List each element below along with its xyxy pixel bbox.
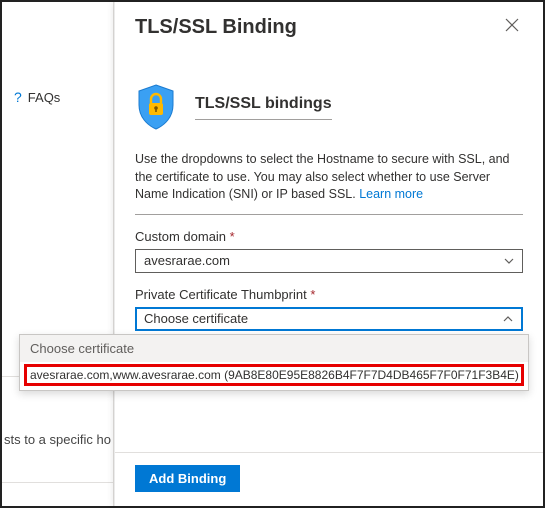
learn-more-link[interactable]: Learn more [359, 187, 423, 201]
background-divider [2, 482, 114, 483]
chevron-up-icon [503, 314, 513, 324]
bindings-header-row: TLS/SSL bindings [135, 83, 523, 131]
faqs-link[interactable]: ? FAQs [2, 81, 113, 113]
chevron-down-icon [504, 256, 514, 266]
certificate-label: Private Certificate Thumbprint * [135, 287, 523, 302]
custom-domain-value: avesrarae.com [144, 253, 230, 268]
dropdown-group-header: Choose certificate [20, 335, 528, 362]
custom-domain-label: Custom domain * [135, 229, 523, 244]
panel-title: TLS/SSL Binding [135, 16, 297, 39]
shield-lock-icon [135, 83, 177, 131]
question-icon: ? [14, 89, 22, 105]
close-icon[interactable] [501, 16, 523, 38]
required-asterisk: * [310, 287, 315, 302]
background-truncated-text: sts to a specific ho [2, 432, 111, 447]
certificate-option[interactable]: avesrarae.com,www.avesrarae.com (9AB8E80… [24, 364, 524, 386]
custom-domain-label-text: Custom domain [135, 229, 226, 244]
panel-header: TLS/SSL Binding [135, 16, 523, 39]
tls-ssl-binding-panel: TLS/SSL Binding TLS/SSL bindings Use the… [114, 2, 543, 506]
faqs-label: FAQs [28, 90, 61, 105]
panel-description: Use the dropdowns to select the Hostname… [135, 151, 523, 215]
custom-domain-field: Custom domain * avesrarae.com [135, 229, 523, 273]
certificate-label-text: Private Certificate Thumbprint [135, 287, 307, 302]
add-binding-button[interactable]: Add Binding [135, 465, 240, 492]
certificate-dropdown[interactable]: Choose certificate [135, 307, 523, 331]
certificate-dropdown-listbox: Choose certificate avesrarae.com,www.ave… [19, 334, 529, 391]
custom-domain-dropdown[interactable]: avesrarae.com [135, 249, 523, 273]
certificate-value: Choose certificate [144, 311, 248, 326]
background-row: ? FAQs [2, 81, 113, 377]
background-page-left: ? FAQs sts to a specific ho [2, 2, 114, 506]
description-text: Use the dropdowns to select the Hostname… [135, 152, 510, 201]
certificate-field: Private Certificate Thumbprint * Choose … [135, 287, 523, 331]
panel-footer: Add Binding [115, 452, 543, 506]
required-asterisk: * [230, 229, 235, 244]
panel-subtitle: TLS/SSL bindings [195, 95, 332, 120]
